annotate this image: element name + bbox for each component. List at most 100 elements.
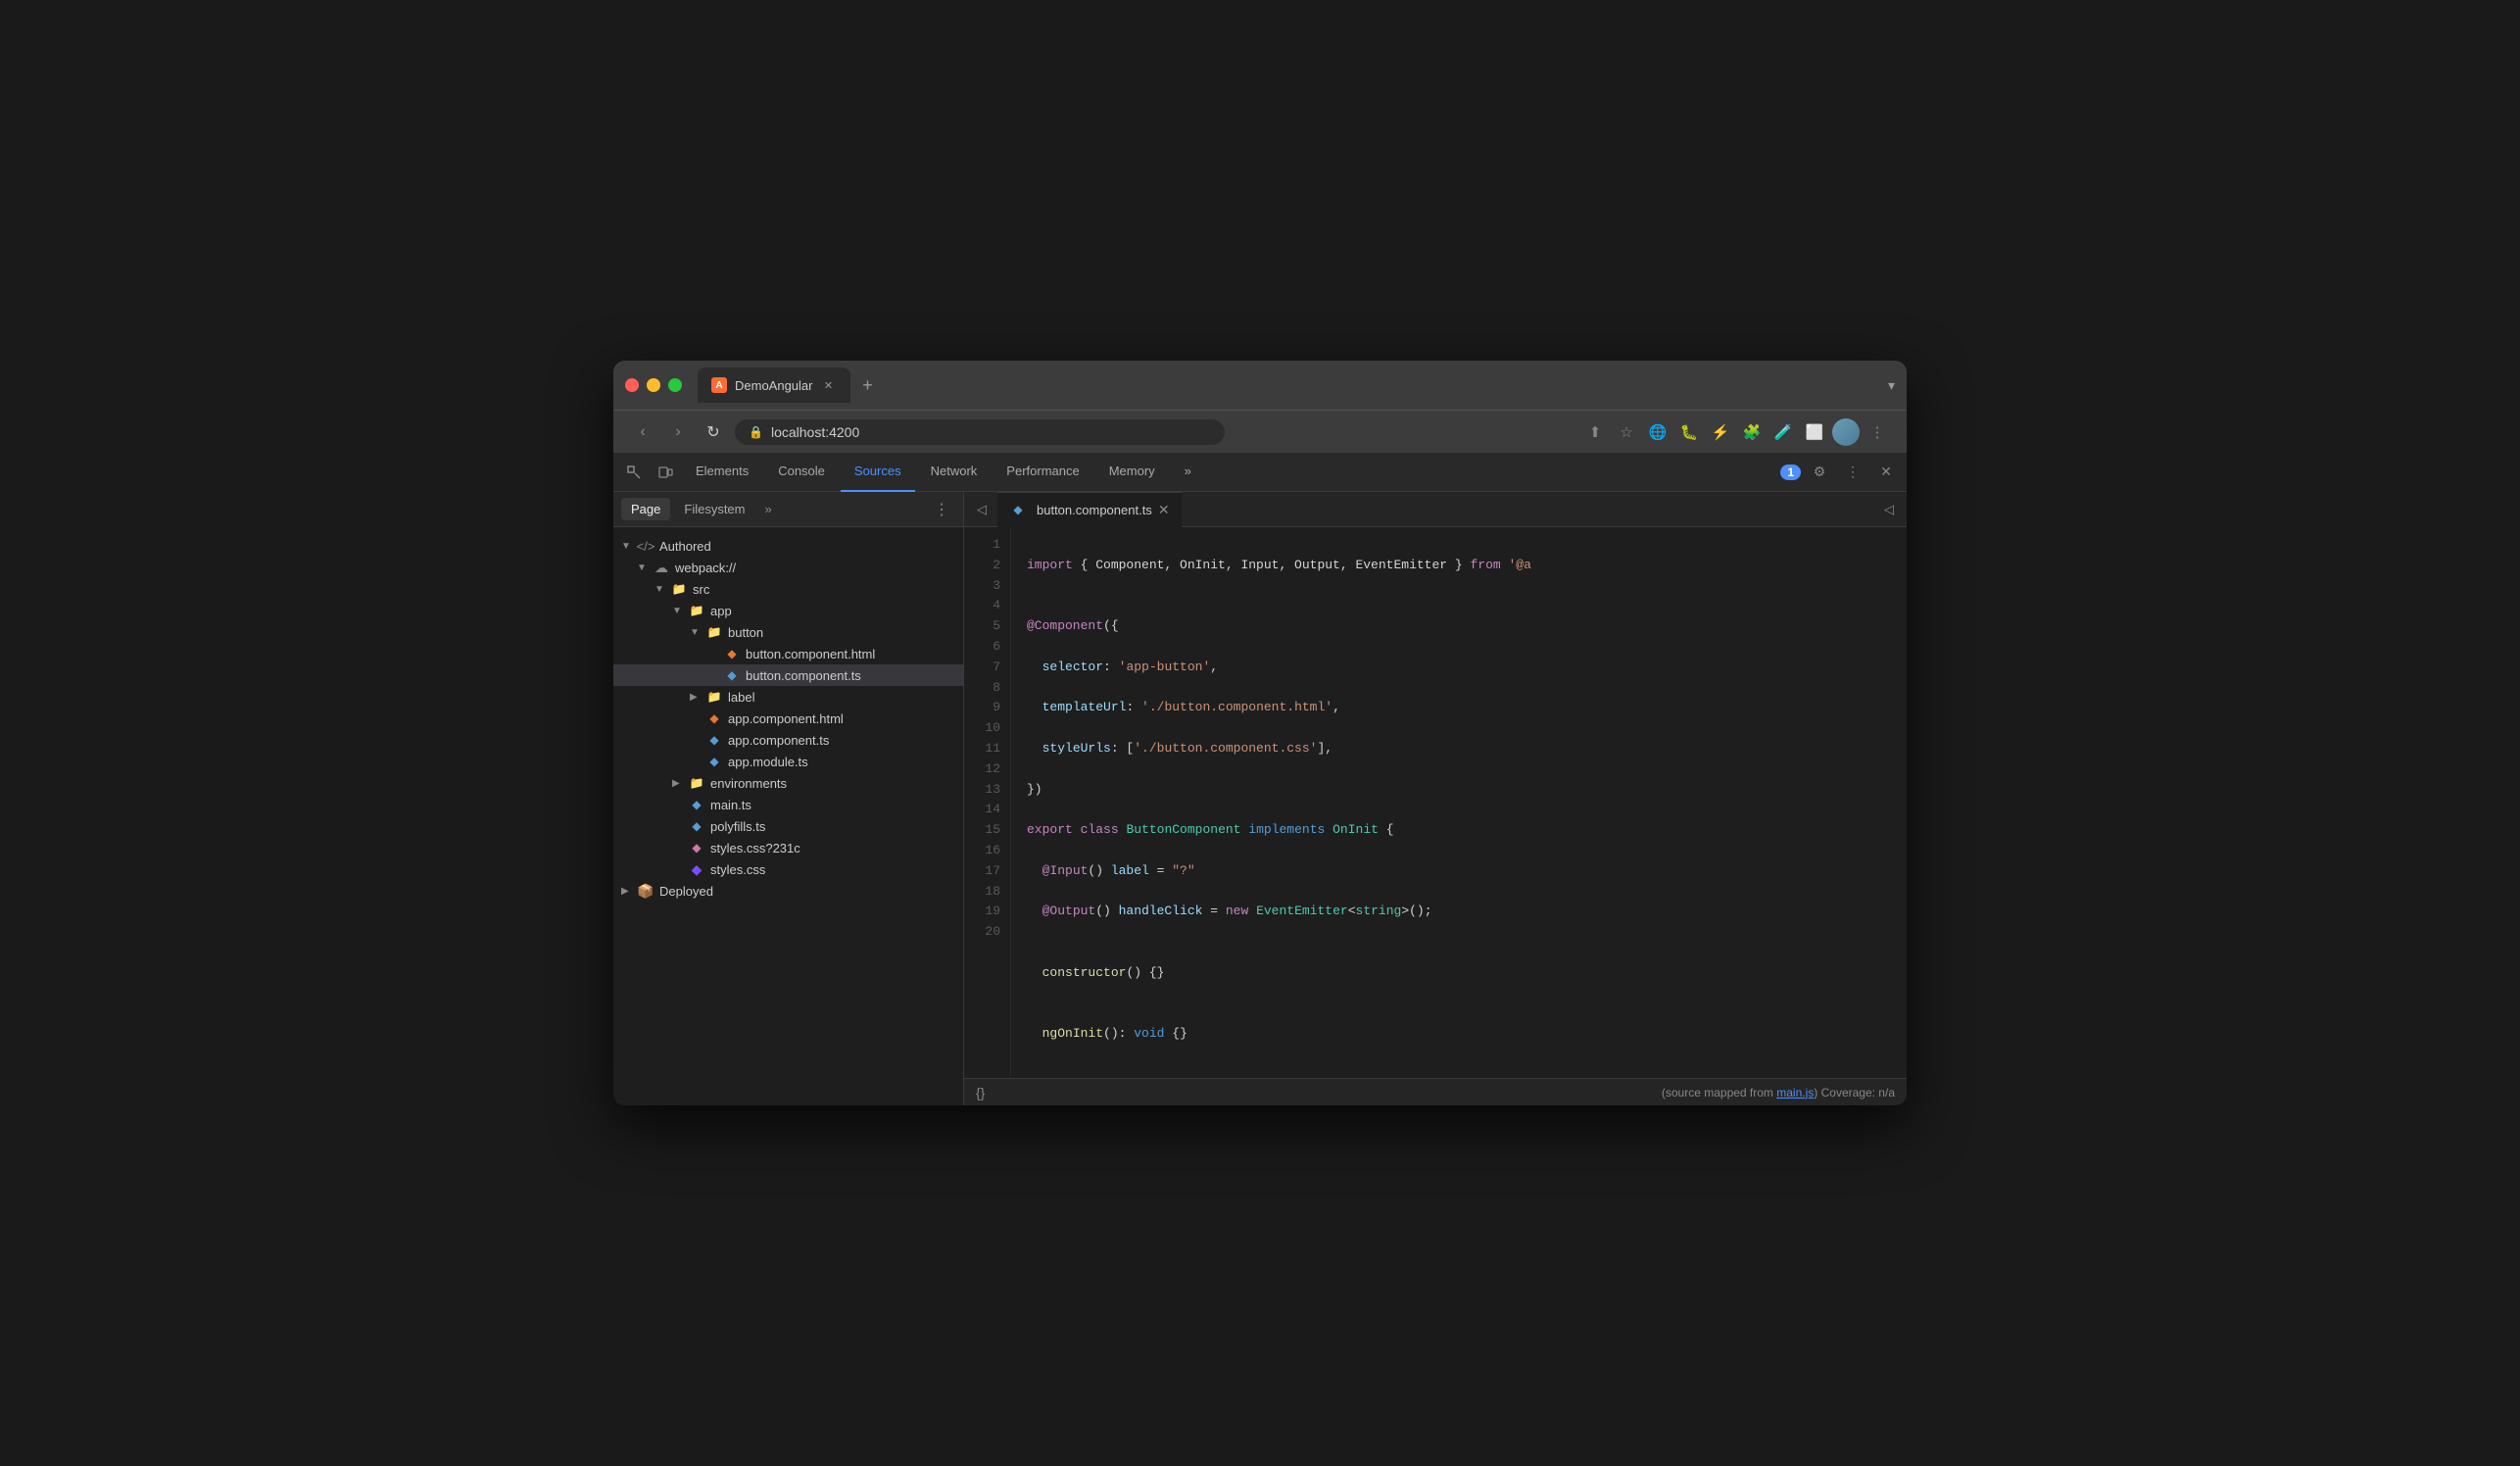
tree-button-html[interactable]: ◆ button.component.html (613, 643, 963, 664)
tab-close-button[interactable]: ✕ (821, 377, 837, 393)
bookmark-icon[interactable]: ☆ (1613, 418, 1640, 446)
editor-navigate-back[interactable]: ◁ (968, 496, 995, 523)
traffic-lights (625, 378, 682, 392)
tree-authored[interactable]: ▼ </> Authored (613, 535, 963, 557)
tab-elements[interactable]: Elements (682, 453, 762, 492)
tab-more[interactable]: » (1171, 453, 1205, 492)
tree-styles-css231c[interactable]: ◆ styles.css?231c (613, 837, 963, 858)
inspect-element-button[interactable] (619, 458, 649, 487)
sources-menu-button[interactable]: ⋮ (928, 498, 955, 521)
pretty-print-icon[interactable]: {} (976, 1085, 985, 1100)
source-mapped-end: ) Coverage: n/a (1814, 1086, 1895, 1100)
tree-app[interactable]: ▼ 📁 app (613, 600, 963, 621)
tree-app-ts[interactable]: ◆ app.component.ts (613, 729, 963, 751)
tree-webpack[interactable]: ▼ ☁ webpack:// (613, 557, 963, 578)
tab-memory[interactable]: Memory (1095, 453, 1169, 492)
tree-button-ts-label: button.component.ts (746, 668, 861, 683)
new-tab-button[interactable]: + (854, 371, 882, 399)
tree-button-folder[interactable]: ▼ 📁 button (613, 621, 963, 643)
tab-performance[interactable]: Performance (993, 453, 1092, 492)
code-line-9: @Input() label = "?" (1027, 861, 1907, 882)
tree-label-folder[interactable]: ▶ 📁 label (613, 686, 963, 708)
devtools-tabs: Elements Console Sources Network Perform… (613, 453, 1907, 492)
url-text: localhost:4200 (771, 424, 859, 440)
editor-filename: button.component.ts (1037, 503, 1152, 517)
share-icon[interactable]: ⬆ (1581, 418, 1609, 446)
tree-main-ts[interactable]: ◆ main.ts (613, 794, 963, 815)
devtools-body: Page Filesystem » ⋮ ▼ </> Authored (613, 492, 1907, 1105)
tree-deployed-label: Deployed (659, 884, 713, 899)
file-styles231c-icon: ◆ (688, 840, 705, 855)
tab-console[interactable]: Console (764, 453, 839, 492)
devtools-settings-button[interactable]: ⚙ (1805, 458, 1834, 487)
file-tree: ▼ </> Authored ▼ ☁ webpack:// ▼ 📁 src (613, 527, 963, 1105)
file-ts-icon: ◆ (723, 667, 741, 683)
tree-arrow-label: ▶ (690, 692, 705, 703)
tree-deployed[interactable]: ▶ 📦 Deployed (613, 880, 963, 902)
tree-arrow-environments: ▶ (672, 778, 688, 789)
editor-panel-right[interactable]: ◁ (1875, 496, 1903, 523)
tree-arrow-authored: ▼ (621, 541, 637, 552)
close-traffic-light[interactable] (625, 378, 639, 392)
minimize-traffic-light[interactable] (647, 378, 660, 392)
tree-app-label: app (710, 604, 732, 618)
refresh-button[interactable]: ↻ (700, 418, 727, 446)
forward-button[interactable]: › (664, 418, 692, 446)
devtools-close-button[interactable]: ✕ (1871, 458, 1901, 487)
nav-right-icons: ⬆ ☆ 🌐 🐛 ⚡ 🧩 🧪 ⬜ ⋮ (1581, 418, 1891, 446)
sources-more-tabs[interactable]: » (759, 498, 778, 520)
extension3-icon[interactable]: ⚡ (1707, 418, 1734, 446)
extension1-icon[interactable]: 🌐 (1644, 418, 1672, 446)
menu-icon[interactable]: ⋮ (1864, 418, 1891, 446)
file-html-icon: ◆ (723, 646, 741, 661)
title-bar: A DemoAngular ✕ + ▾ (613, 361, 1907, 410)
device-toolbar-button[interactable] (651, 458, 680, 487)
profile-avatar[interactable] (1832, 418, 1860, 446)
browser-tab[interactable]: A DemoAngular ✕ (698, 367, 850, 403)
tree-environments-label: environments (710, 776, 787, 791)
tab-sources[interactable]: Sources (841, 453, 915, 492)
cast-icon[interactable]: ⬜ (1801, 418, 1828, 446)
sources-subtabs: Page Filesystem » ⋮ (613, 492, 963, 527)
editor-file-tab[interactable]: ◆ button.component.ts ✕ (997, 492, 1182, 527)
tab-network[interactable]: Network (917, 453, 992, 492)
code-line-12: constructor() {} (1027, 963, 1907, 984)
cloud-icon: ☁ (653, 560, 670, 575)
extension5-icon[interactable]: 🧪 (1769, 418, 1797, 446)
source-mapped-link[interactable]: main.js (1776, 1086, 1814, 1100)
tree-main-ts-label: main.ts (710, 798, 751, 812)
tree-app-module[interactable]: ◆ app.module.ts (613, 751, 963, 772)
status-right: (source mapped from main.js) Coverage: n… (1662, 1086, 1895, 1100)
tree-src[interactable]: ▼ 📁 src (613, 578, 963, 600)
folder-environments-icon: 📁 (688, 775, 705, 791)
tree-button-folder-label: button (728, 625, 763, 640)
tree-styles-css[interactable]: ◆ styles.css (613, 858, 963, 880)
tree-button-ts[interactable]: ◆ button.component.ts (613, 664, 963, 686)
devtools-more-button[interactable]: ⋮ (1838, 458, 1867, 487)
code-line-1: import { Component, OnInit, Input, Outpu… (1027, 556, 1907, 576)
tree-environments[interactable]: ▶ 📁 environments (613, 772, 963, 794)
back-button[interactable]: ‹ (629, 418, 656, 446)
tab-title: DemoAngular (735, 378, 813, 393)
nav-bar: ‹ › ↻ 🔒 localhost:4200 ⬆ ☆ 🌐 🐛 ⚡ 🧩 🧪 ⬜ ⋮ (613, 410, 1907, 453)
file-main-ts-icon: ◆ (688, 797, 705, 812)
sources-page-tab[interactable]: Page (621, 498, 670, 520)
tree-app-module-label: app.module.ts (728, 755, 808, 769)
tree-app-html-label: app.component.html (728, 711, 844, 726)
box-icon: 📦 (637, 883, 654, 899)
tree-polyfills[interactable]: ◆ polyfills.ts (613, 815, 963, 837)
tree-arrow-app: ▼ (672, 606, 688, 616)
file-app-html-icon: ◆ (705, 710, 723, 726)
tree-webpack-label: webpack:// (675, 561, 736, 575)
tree-app-html[interactable]: ◆ app.component.html (613, 708, 963, 729)
sources-filesystem-tab[interactable]: Filesystem (674, 498, 754, 520)
devtools-container: Elements Console Sources Network Perform… (613, 453, 1907, 1105)
editor-tab-close[interactable]: ✕ (1158, 502, 1170, 518)
browser-window: A DemoAngular ✕ + ▾ ‹ › ↻ 🔒 localhost:42… (613, 361, 1907, 1105)
maximize-traffic-light[interactable] (668, 378, 682, 392)
code-content: 1 2 3 4 5 6 7 8 9 10 11 12 13 14 (964, 527, 1907, 1078)
extension2-icon[interactable]: 🐛 (1675, 418, 1703, 446)
extension4-icon[interactable]: 🧩 (1738, 418, 1766, 446)
address-bar[interactable]: 🔒 localhost:4200 (735, 419, 1225, 445)
folder-app-icon: 📁 (688, 603, 705, 618)
